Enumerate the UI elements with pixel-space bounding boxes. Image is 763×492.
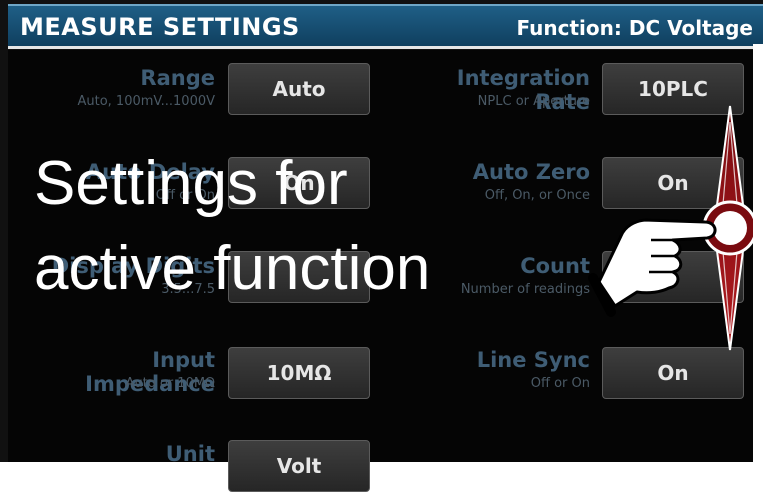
- unit-button[interactable]: Volt: [228, 440, 370, 492]
- range-label: Range: [140, 66, 215, 90]
- screen-header: MEASURE SETTINGS Function: DC Voltage: [8, 4, 763, 46]
- integration-rate-sublabel: NPLC or Aperture: [477, 94, 590, 109]
- line-sync-label: Line Sync: [476, 348, 590, 372]
- callout-line-1: Settings for: [34, 149, 348, 218]
- input-impedance-sublabel: Auto or 10MΩ: [125, 376, 215, 391]
- range-sublabel: Auto, 100mV...1000V: [77, 94, 215, 109]
- hand-pointer-swipe-icon: [588, 105, 758, 351]
- header-divider: [8, 46, 763, 49]
- function-indicator: Function: DC Voltage: [516, 16, 753, 40]
- unit-label: Unit: [165, 442, 215, 466]
- range-button[interactable]: Auto: [228, 63, 370, 115]
- screen-title: MEASURE SETTINGS: [20, 13, 300, 41]
- line-sync-sublabel: Off or On: [530, 376, 590, 391]
- frame-edge: [753, 44, 763, 462]
- input-impedance-button[interactable]: 10MΩ: [228, 347, 370, 399]
- callout-line-2: active function: [34, 234, 431, 303]
